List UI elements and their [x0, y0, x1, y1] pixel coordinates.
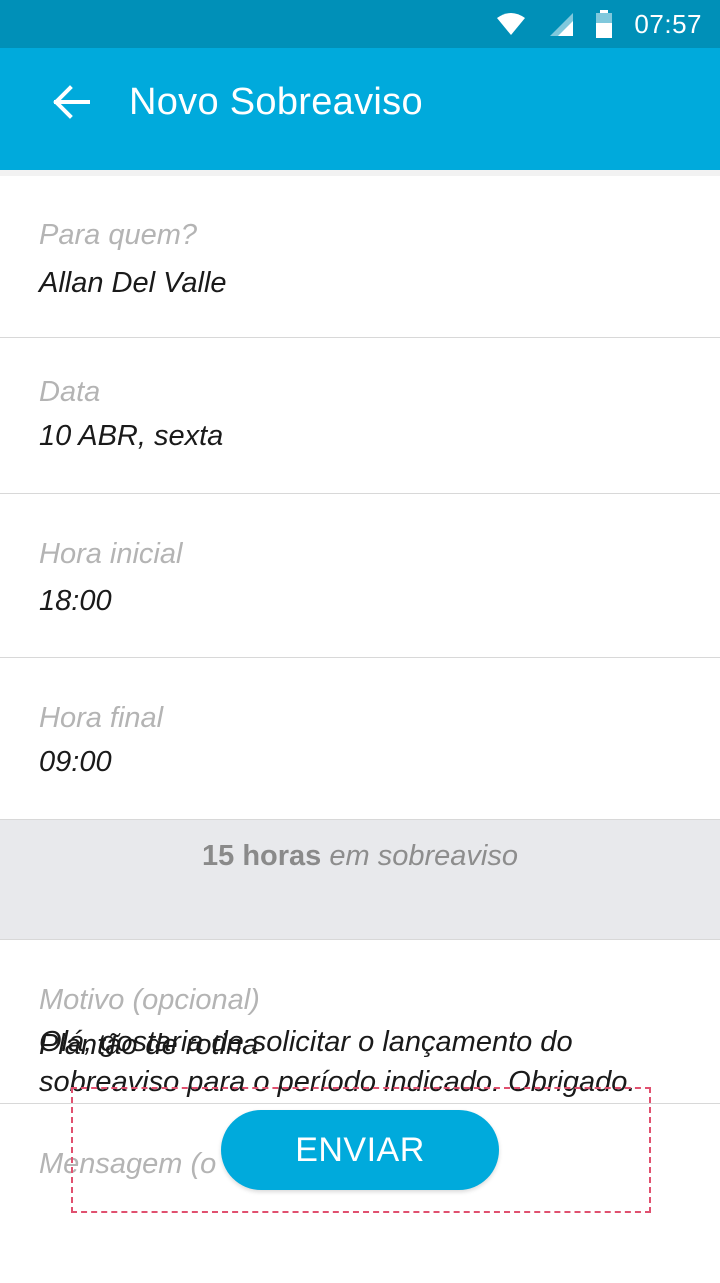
start-time-label: Hora inicial: [39, 538, 183, 570]
arrow-left-icon[interactable]: [44, 72, 100, 128]
date-field[interactable]: Data 10 ABR, sexta: [0, 338, 720, 494]
recipient-label: Para quem?: [39, 219, 197, 251]
status-time: 07:57: [634, 8, 702, 39]
send-button[interactable]: ENVIAR: [221, 1110, 499, 1190]
wifi-icon: [497, 13, 526, 35]
signal-icon: [550, 13, 574, 36]
recipient-value: Allan Del Valle: [39, 267, 227, 299]
status-icons: 07:57: [496, 0, 702, 48]
summary-text: 15 horas em sobreaviso: [0, 840, 720, 873]
summary-suffix: em sobreaviso: [329, 840, 518, 872]
app-bar: Novo Sobreaviso: [0, 48, 720, 170]
end-time-label: Hora final: [39, 702, 164, 734]
start-time-field[interactable]: Hora inicial 18:00: [0, 494, 720, 658]
date-value: 10 ABR, sexta: [39, 420, 224, 452]
end-time-value: 09:00: [39, 746, 112, 778]
page-title: Novo Sobreaviso: [129, 81, 423, 123]
date-label: Data: [39, 376, 101, 408]
summary-hours: 15 horas: [202, 840, 322, 872]
status-bar: 07:57: [0, 0, 720, 48]
reason-label: Motivo (opcional): [39, 984, 260, 1016]
end-time-field[interactable]: Hora final 09:00: [0, 658, 720, 820]
start-time-value: 18:00: [39, 585, 112, 617]
recipient-field[interactable]: Para quem? Allan Del Valle: [0, 176, 720, 338]
hours-summary: 15 horas em sobreaviso: [0, 820, 720, 940]
battery-icon: [596, 10, 613, 38]
